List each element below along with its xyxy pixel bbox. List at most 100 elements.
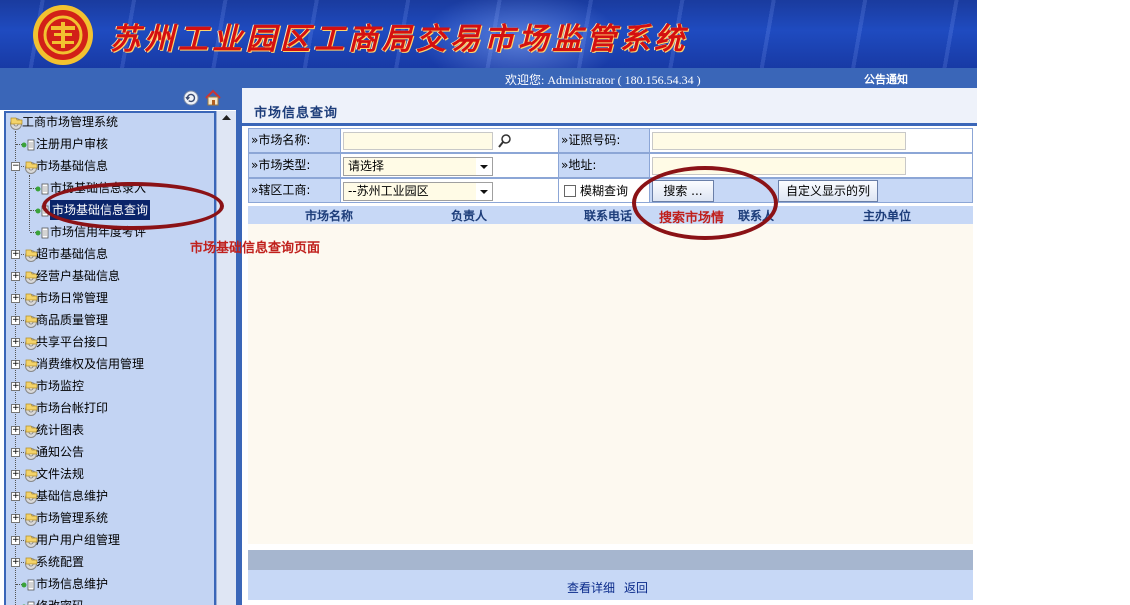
sidebar-item-19[interactable]: + 系统配置 <box>6 552 214 574</box>
refresh-icon[interactable] <box>183 90 199 106</box>
expand-toggle-icon[interactable]: + <box>11 514 20 523</box>
market-name-input[interactable] <box>343 132 493 150</box>
sidebar-item-8[interactable]: + 商品质量管理 <box>6 310 214 332</box>
document-leaf-icon <box>22 601 35 605</box>
back-link[interactable]: 返回 <box>624 579 648 596</box>
expand-toggle-icon[interactable]: + <box>11 272 20 281</box>
market-name-label: »市场名称: <box>251 133 311 147</box>
sidebar-item-12[interactable]: + 市场台帐打印 <box>6 398 214 420</box>
annotation-query-page: 市场基础信息查询页面 <box>190 241 321 256</box>
form-row-1: »市场名称: »证照号码: <box>248 128 973 153</box>
sidebar-item-17[interactable]: + 市场管理系统 <box>6 508 214 530</box>
sidebar-item-label: 市场信息维护 <box>36 577 109 591</box>
app-window: 苏州工业园区工商局交易市场监管系统 欢迎您: Administrator ( 1… <box>0 0 1130 605</box>
column-header-phone: 联系电话 <box>584 209 633 223</box>
sidebar-item-label: 文件法规 <box>36 467 85 481</box>
custom-columns-button[interactable]: 自定义显示的列 <box>778 180 878 202</box>
sidebar-item-18[interactable]: + 用户用户组管理 <box>6 530 214 552</box>
sidebar-item-11[interactable]: + 市场监控 <box>6 376 214 398</box>
sidebar-item-label: 统计图表 <box>36 423 85 437</box>
license-label: »证照号码: <box>561 133 621 147</box>
home-icon[interactable] <box>204 89 222 107</box>
license-input[interactable] <box>652 132 906 150</box>
header-banner: 苏州工业园区工商局交易市场监管系统 <box>0 0 977 68</box>
results-table-header: 市场名称 负责人 联系电话 联系人 主办单位 <box>248 206 973 224</box>
expand-toggle-icon[interactable]: + <box>11 360 20 369</box>
chevron-down-icon[interactable] <box>476 183 492 200</box>
district-cell: --苏州工业园区 <box>340 178 559 203</box>
form-row-3: »辖区工商: --苏州工业园区 模糊查询 搜索 ... 自定义显示的列 <box>248 178 973 203</box>
column-header-manager: 负责人 <box>451 209 488 223</box>
expand-toggle-icon[interactable]: + <box>11 426 20 435</box>
district-value: --苏州工业园区 <box>348 184 429 198</box>
sidebar-item-10[interactable]: + 消费维权及信用管理 <box>6 354 214 376</box>
sidebar-item-label: 通知公告 <box>36 445 85 459</box>
results-table-body <box>248 224 973 544</box>
notice-link[interactable]: 公告通知 <box>864 71 908 87</box>
welcome-bar: 欢迎您: Administrator ( 180.156.54.34 ) 公告通… <box>0 68 977 88</box>
view-detail-link[interactable]: 查看详细 <box>567 579 615 596</box>
address-label-cell: »地址: <box>558 153 650 178</box>
main-panel: 市场信息查询 »市场名称: »证照号码: »市场类型: 请选择 »地址: »辖区… <box>242 88 977 605</box>
district-select[interactable]: --苏州工业园区 <box>343 182 493 201</box>
column-header-organizer: 主办单位 <box>863 209 912 223</box>
sidebar-item-21[interactable]: 修改密码 <box>6 596 214 605</box>
sidebar-item-label: 超市基础信息 <box>36 247 109 261</box>
sidebar-item-label: 共享平台接口 <box>36 335 109 349</box>
sidebar-item-label: 经营户基础信息 <box>36 269 121 283</box>
sidebar-scrollbar[interactable] <box>216 111 236 605</box>
main-header: 市场信息查询 <box>242 88 977 126</box>
expand-toggle-icon[interactable]: + <box>11 316 20 325</box>
sidebar-item-1[interactable]: − 市场基础信息 <box>6 156 214 178</box>
annotation-ellipse-search <box>632 166 778 240</box>
expand-toggle-icon[interactable]: + <box>11 536 20 545</box>
document-leaf-icon <box>21 139 35 151</box>
expand-toggle-icon[interactable]: + <box>11 492 20 501</box>
sidebar-item-5[interactable]: + 超市基础信息 <box>6 244 214 266</box>
fuzzy-label: 模糊查询 <box>580 184 629 198</box>
chevron-down-icon[interactable] <box>476 158 492 175</box>
expand-toggle-icon[interactable]: + <box>11 338 20 347</box>
annotation-search-market: 搜索市场情 <box>659 211 725 226</box>
expand-toggle-icon[interactable]: + <box>11 470 20 479</box>
scroll-up-arrow-icon[interactable] <box>217 111 236 125</box>
expand-toggle-icon[interactable]: + <box>11 294 20 303</box>
expand-toggle-icon[interactable]: + <box>11 404 20 413</box>
emblem-logo-icon <box>33 5 93 65</box>
sidebar-item-7[interactable]: + 市场日常管理 <box>6 288 214 310</box>
page-title: 市场信息查询 <box>254 106 339 121</box>
district-label-cell: »辖区工商: <box>248 178 341 203</box>
sidebar-item-20[interactable]: 市场信息维护 <box>6 574 214 596</box>
fuzzy-checkbox[interactable] <box>564 185 576 197</box>
sidebar-item-label: 消费维权及信用管理 <box>36 357 145 371</box>
sidebar-item-6[interactable]: + 经营户基础信息 <box>6 266 214 288</box>
sidebar-item-0[interactable]: 注册用户审核 <box>6 134 214 156</box>
market-type-value: 请选择 <box>348 159 385 173</box>
form-row-2: »市场类型: 请选择 »地址: <box>248 153 973 178</box>
results-actions: 查看详细 返回 <box>248 570 973 600</box>
sidebar-item-16[interactable]: + 基础信息维护 <box>6 486 214 508</box>
sidebar-item-15[interactable]: + 文件法规 <box>6 464 214 486</box>
sidebar-item-label: 市场基础信息 <box>36 159 109 173</box>
sidebar-item-label: 市场日常管理 <box>36 291 109 305</box>
market-name-cell <box>340 128 559 153</box>
expand-toggle-icon[interactable]: + <box>11 382 20 391</box>
sidebar-item-label: 用户用户组管理 <box>36 533 121 547</box>
market-type-label: »市场类型: <box>251 158 311 172</box>
tree-root-label: 工商市场管理系统 <box>22 115 119 129</box>
annotation-ellipse-sidebar <box>42 182 224 230</box>
document-leaf-icon <box>21 579 35 591</box>
sidebar-item-label: 市场台帐打印 <box>36 401 109 415</box>
sidebar-item-14[interactable]: + 通知公告 <box>6 442 214 464</box>
address-label: »地址: <box>561 158 597 172</box>
collapse-toggle-icon[interactable]: − <box>11 162 20 171</box>
market-type-label-cell: »市场类型: <box>248 153 341 178</box>
market-type-select[interactable]: 请选择 <box>343 157 493 176</box>
magnifier-icon[interactable] <box>497 133 513 149</box>
sidebar-item-9[interactable]: + 共享平台接口 <box>6 332 214 354</box>
expand-toggle-icon[interactable]: + <box>11 250 20 259</box>
expand-toggle-icon[interactable]: + <box>11 448 20 457</box>
sidebar-item-13[interactable]: + 统计图表 <box>6 420 214 442</box>
sidebar-item-label: 系统配置 <box>36 555 85 569</box>
expand-toggle-icon[interactable]: + <box>11 558 20 567</box>
